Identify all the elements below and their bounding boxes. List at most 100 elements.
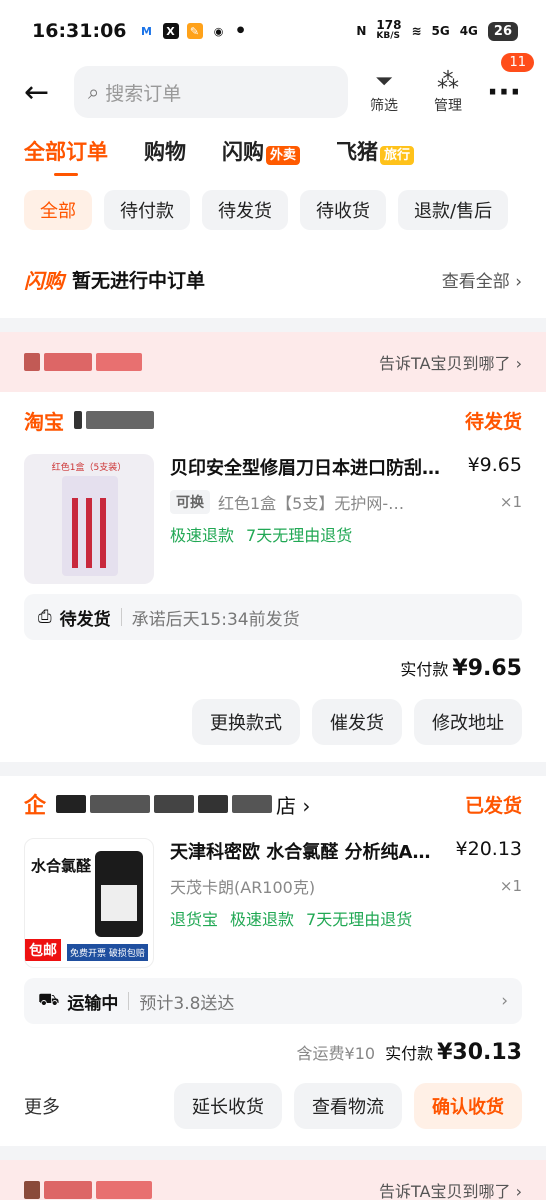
status-filters: 全部 待付款 待发货 待收货 退款/售后 (0, 180, 546, 240)
filter-label: 筛选 (370, 98, 398, 114)
confirm-receipt-button[interactable]: 确认收货 (414, 1083, 522, 1129)
order-status: 已发货 (464, 794, 522, 817)
divider (128, 992, 130, 1010)
redacted-shop (86, 411, 154, 429)
shop-suffix: 店 › (276, 793, 311, 818)
order-item[interactable]: 红色1盒（5支装） 贝印安全型修眉刀日本进口防刮… ¥9.65 可换 红色1盒【… (24, 448, 522, 584)
filter-button[interactable]: ⏷ 筛选 (356, 69, 412, 115)
flash-buy-logo: 闪购 (24, 268, 64, 293)
signal-5g: 5G (431, 24, 450, 38)
order-tabs: 全部订单 购物 闪购 外卖 飞猪 旅行 (0, 122, 546, 180)
perk-return-insurance: 退货宝 (170, 910, 219, 929)
product-price: ¥9.65 (467, 454, 522, 476)
dot-icon: • (234, 20, 247, 42)
tell-bar-2[interactable]: 告诉TA宝贝到哪了 › (0, 1160, 546, 1200)
notification-badge: 11 (501, 52, 534, 72)
grid-icon: ⁂ (437, 69, 459, 94)
more-button[interactable]: ··· 11 (482, 52, 534, 110)
thumb-title: 水合氯醛 (31, 857, 92, 875)
shop-row[interactable]: 企 店 › 已发货 (24, 776, 522, 832)
divider (120, 608, 122, 626)
redacted-name (44, 353, 92, 371)
filter-chip-pending-receipt[interactable]: 待收货 (300, 190, 386, 230)
thumb-free-shipping: 包邮 (25, 939, 61, 961)
payment-row: 含运费¥10 实付款 ¥30.13 (24, 1024, 522, 1080)
search-placeholder: 搜索订单 (105, 82, 182, 105)
battery-icon: 26 (487, 21, 518, 41)
redacted-name (96, 1181, 152, 1199)
tab-label: 飞猪 (336, 140, 379, 164)
view-all-link[interactable]: 查看全部 › (442, 267, 522, 292)
view-logistics-button[interactable]: 查看物流 (294, 1083, 402, 1129)
mail-icon: M (138, 23, 155, 39)
bookmark-icon: ⎙ (38, 607, 52, 627)
product-price: ¥20.13 (455, 838, 522, 860)
filter-chip-pending-payment[interactable]: 待付款 (104, 190, 190, 230)
pay-label: 实付款 (385, 1044, 434, 1063)
urge-shipment-button[interactable]: 催发货 (312, 699, 402, 745)
pay-label: 实付款 (400, 660, 449, 679)
tab-label: 全部订单 (24, 140, 108, 164)
flash-buy-text: 暂无进行中订单 (72, 269, 206, 292)
item-info: 贝印安全型修眉刀日本进口防刮… ¥9.65 可换 红色1盒【5支】无护网-… ×… (170, 454, 522, 584)
sku-text: 天茂卡朗(AR100克) (170, 878, 316, 897)
change-style-button[interactable]: 更换款式 (192, 699, 300, 745)
wifi-icon: ≋ (411, 24, 422, 38)
shipping-fee: 含运费¥10 (296, 1044, 376, 1063)
shipment-note: 承诺后天15:34前发货 (131, 609, 300, 630)
shipment-label: 运输中 (67, 993, 119, 1014)
order-card-1: 淘宝 待发货 红色1盒（5支装） 贝印安全型修眉刀日本进口防刮… ¥9.65 可… (0, 392, 546, 762)
manage-button[interactable]: ⁂ 管理 (420, 69, 476, 115)
tell-bar[interactable]: 告诉TA宝贝到哪了 › (0, 332, 546, 392)
product-title: 贝印安全型修眉刀日本进口防刮… (170, 458, 440, 479)
pay-amount: ¥30.13 (437, 1039, 522, 1065)
perk-fast-refund: 极速退款 (230, 910, 295, 929)
shipment-status-box[interactable]: ⎙ 待发货 承诺后天15:34前发货 (24, 594, 522, 640)
redacted-shop (56, 795, 87, 813)
search-icon: ⌕ (88, 80, 100, 104)
header: ← ⌕ 搜索订单 ⏷ 筛选 ⁂ 管理 ··· 11 (0, 52, 546, 122)
redacted-shop (74, 411, 82, 429)
redacted-shop (232, 795, 273, 813)
edit-address-button[interactable]: 修改地址 (414, 699, 522, 745)
flash-buy-row: 闪购 暂无进行中订单 查看全部 › (0, 240, 546, 318)
thumb-label: 红色1盒（5支装） (51, 463, 127, 473)
order-card-2: 企 店 › 已发货 水合氯醛 包邮 免费开票 破损包赔 天津科密欧 水合氯醛 分… (0, 776, 546, 1146)
net-unit: KB/S (376, 31, 400, 41)
product-thumbnail[interactable]: 红色1盒（5支装） (24, 454, 154, 584)
perk-7day-return: 7天无理由退货 (246, 526, 353, 545)
filter-chip-refund[interactable]: 退款/售后 (398, 190, 509, 230)
quantity: ×1 (499, 493, 522, 511)
exchangeable-tag: 可换 (170, 490, 210, 514)
more-dots-icon: ··· (486, 74, 522, 110)
tell-link[interactable]: 告诉TA宝贝到哪了 › (379, 350, 522, 374)
notes-app-icon: ✎ (186, 23, 203, 39)
clock: 16:31:06 (32, 20, 127, 42)
chevron-right-icon: › (501, 991, 508, 1011)
search-input[interactable]: ⌕ 搜索订单 (74, 66, 348, 118)
signal-4g: 4G (459, 24, 478, 38)
tab-all-orders[interactable]: 全部订单 (24, 136, 108, 176)
more-link[interactable]: 更多 (24, 1093, 60, 1119)
back-arrow-icon[interactable]: ← (24, 75, 64, 110)
filter-chip-pending-shipment[interactable]: 待发货 (202, 190, 288, 230)
thumb-sub: 免费开票 破损包赔 (67, 944, 148, 961)
product-title: 天津科密欧 水合氯醛 分析纯A… (170, 842, 431, 863)
tab-label: 闪购 (222, 140, 264, 164)
net-speed: 178 (376, 18, 402, 32)
order-item[interactable]: 水合氯醛 包邮 免费开票 破损包赔 天津科密欧 水合氯醛 分析纯A… ¥20.1… (24, 832, 522, 968)
funnel-icon: ⏷ (375, 69, 393, 94)
product-thumbnail[interactable]: 水合氯醛 包邮 免费开票 破损包赔 (24, 838, 154, 968)
filter-chip-all[interactable]: 全部 (24, 190, 92, 230)
tab-fliggy[interactable]: 飞猪 旅行 (336, 136, 415, 166)
shop-row[interactable]: 淘宝 待发货 (24, 392, 522, 448)
tell-link[interactable]: 告诉TA宝贝到哪了 › (379, 1178, 522, 1200)
payment-row: 实付款 ¥9.65 (24, 640, 522, 696)
x-app-icon: X (162, 23, 179, 39)
truck-icon: ⛟ (38, 990, 60, 1010)
shop-label: 淘宝 (24, 409, 64, 434)
shipment-status-box[interactable]: ⛟ 运输中 预计3.8送达 › (24, 978, 522, 1024)
tab-shopping[interactable]: 购物 (144, 136, 186, 166)
extend-receipt-button[interactable]: 延长收货 (174, 1083, 282, 1129)
tab-flash-buy[interactable]: 闪购 外卖 (222, 136, 301, 166)
